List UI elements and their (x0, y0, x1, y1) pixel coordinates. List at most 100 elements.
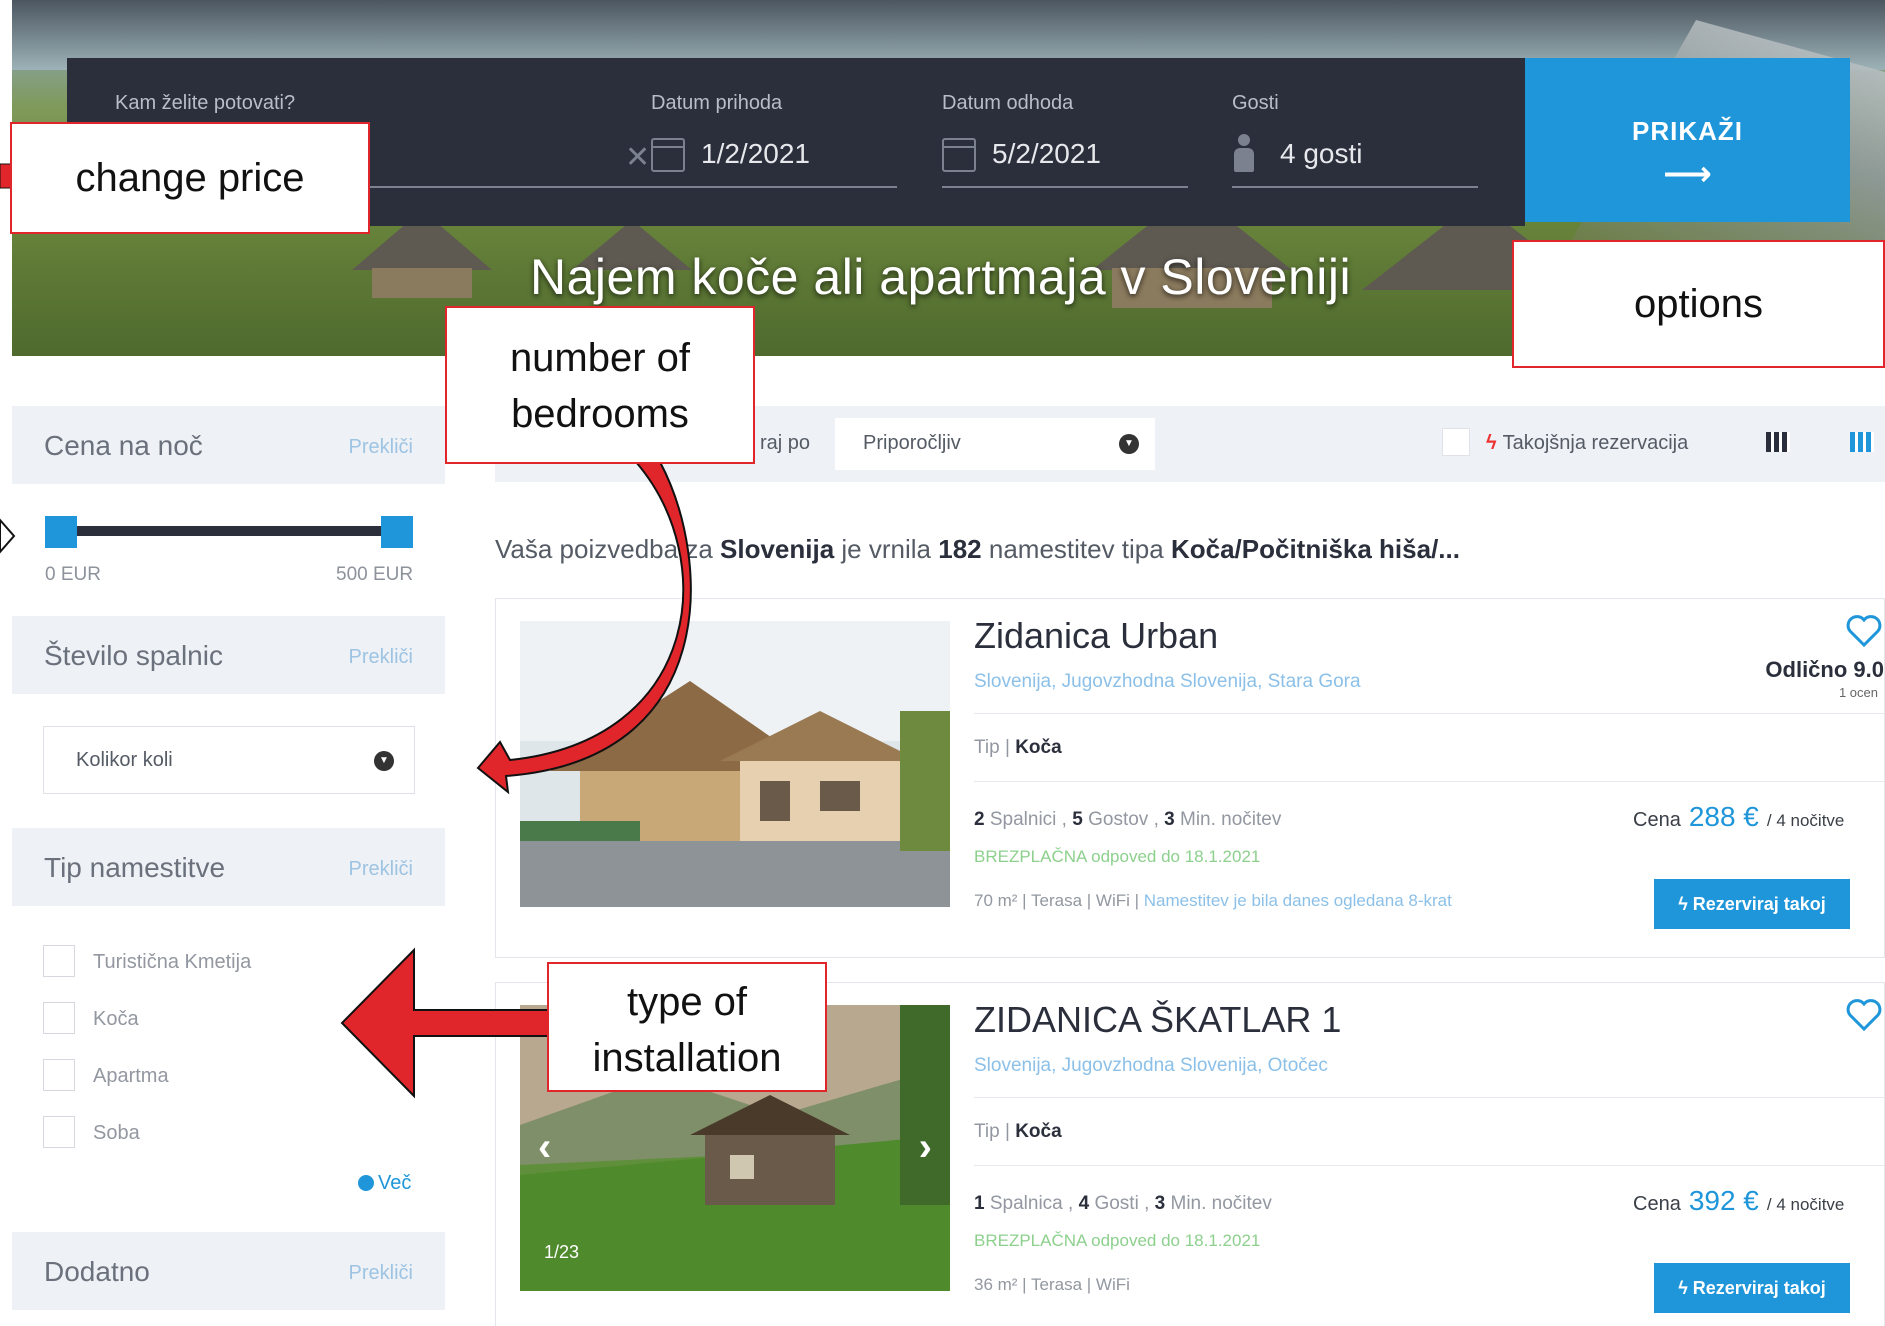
extra-filter-header: Dodatno Prekliči (12, 1232, 445, 1310)
bolt-icon: ϟ (1486, 432, 1497, 454)
arrival-date-field[interactable]: Datum prihoda 1/2/2021 (651, 58, 897, 226)
book-now-button[interactable]: ϟ Rezerviraj takoj (1654, 1263, 1850, 1313)
listing-photo[interactable] (520, 621, 950, 907)
bolt-icon: ϟ (1678, 1278, 1693, 1298)
chevron-down-icon: ▼ (374, 751, 394, 771)
type-option-label: Apartma (93, 1065, 169, 1087)
guests-underline (1232, 186, 1478, 188)
min-nights-label: Min. nočitev (1180, 809, 1282, 830)
type-filter-reset[interactable]: Prekliči (349, 858, 413, 881)
extra-filter-reset[interactable]: Prekliči (349, 1262, 413, 1285)
price-filter-title: Cena na noč (44, 430, 203, 461)
listing-location[interactable]: Slovenija, Jugovzhodna Slovenija, Otočec (974, 1055, 1328, 1077)
listing-title[interactable]: Zidanica Urban (974, 615, 1218, 657)
listing-type-value: Koča (1015, 737, 1062, 758)
hero-hut-wall (372, 268, 472, 298)
listing-type-value: Koča (1015, 1121, 1062, 1142)
listing-price: Cena 288 € / 4 nočitve (1633, 801, 1844, 833)
listing-card[interactable]: Zidanica Urban Slovenija, Jugovzhodna Sl… (495, 598, 1885, 958)
arrival-value: 1/2/2021 (701, 138, 810, 169)
arrival-underline (651, 186, 897, 188)
guests-value: 4 gosti (1280, 138, 1363, 169)
sort-select-value: Priporočljiv (863, 432, 961, 454)
divider (974, 1165, 1884, 1166)
min-nights-count: 3 (1154, 1193, 1166, 1214)
chevron-down-icon: ▼ (1119, 434, 1139, 454)
show-more-link[interactable]: Več (358, 1172, 411, 1195)
checkbox[interactable] (43, 1116, 75, 1148)
price-amount: 288 € (1688, 801, 1759, 832)
grid-view-icon[interactable] (1850, 432, 1874, 452)
sort-select[interactable]: Priporočljiv ▼ (835, 418, 1155, 470)
min-nights-count: 3 (1164, 809, 1175, 830)
departure-date-field[interactable]: Datum odhoda 5/2/2021 (942, 58, 1188, 226)
price-slider-pointer (0, 518, 16, 554)
bedrooms-label: Spalnici , (989, 809, 1067, 830)
checkbox[interactable] (43, 945, 75, 977)
rating-label: Odlično 9.0 (1765, 657, 1884, 682)
show-results-button[interactable]: PRIKAŽI ⟶ (1525, 58, 1850, 222)
listing-capacity: 2 Spalnici , 5 Gostov , 3 Min. nočitev (974, 809, 1281, 831)
calendar-icon (651, 138, 685, 172)
results-middle: je vrnila (841, 534, 931, 564)
plus-circle-icon (358, 1175, 374, 1191)
arrow-right-icon: ⟶ (1663, 155, 1712, 193)
list-view-icon[interactable] (1766, 432, 1790, 452)
guests-field[interactable]: Gosti 4 gosti (1232, 58, 1478, 226)
checkbox[interactable] (43, 1059, 75, 1091)
divider (974, 713, 1884, 714)
listing-price: Cena 392 € / 4 nočitve (1633, 1185, 1844, 1217)
price-filter-header: Cena na noč Prekliči (12, 406, 445, 484)
departure-label: Datum odhoda (942, 92, 1074, 114)
min-nights-label: Min. nočitev (1170, 1193, 1272, 1214)
results-prefix: Vaša poizvedba za (495, 534, 713, 564)
price-slider[interactable] (45, 516, 413, 548)
results-count: 182 (938, 534, 982, 564)
heart-icon[interactable] (1844, 611, 1884, 651)
show-more-label: Več (378, 1172, 412, 1194)
price-label: Cena (1633, 809, 1681, 831)
departure-underline (942, 186, 1188, 188)
instant-booking-label: ϟ Takojšnja rezervacija (1486, 432, 1688, 455)
rating-count: 1 ocen (1838, 685, 1878, 700)
departure-value: 5/2/2021 (992, 138, 1101, 169)
guests-label: Gosti (1232, 92, 1279, 114)
listing-type-label: Tip | (974, 737, 1010, 758)
price-slider-max-handle[interactable] (381, 516, 413, 548)
listing-location[interactable]: Slovenija, Jugovzhodna Slovenija, Stara … (974, 671, 1361, 693)
arrival-label: Datum prihoda (651, 92, 783, 114)
clear-icon[interactable]: ✕ (625, 140, 650, 175)
instant-booking-text: Takojšnja rezervacija (1502, 432, 1689, 454)
book-now-button[interactable]: ϟ Rezerviraj takoj (1654, 879, 1850, 929)
price-slider-min-handle[interactable] (45, 516, 77, 548)
checkbox[interactable] (43, 1002, 75, 1034)
heart-icon[interactable] (1844, 995, 1884, 1035)
bedrooms-filter-reset[interactable]: Prekliči (349, 646, 413, 669)
divider (974, 781, 1884, 782)
guests-count: 5 (1072, 809, 1083, 830)
price-max-label: 500 EUR (336, 564, 414, 585)
guests-label: Gostov , (1088, 809, 1159, 830)
listing-features: 36 m² | Terasa | WiFi (974, 1275, 1130, 1294)
guests-count: 4 (1078, 1193, 1090, 1214)
annotation-options: options (1512, 240, 1885, 368)
book-now-label: Rezerviraj takoj (1692, 1278, 1826, 1298)
listing-type: Tip | Koča (974, 1121, 1062, 1143)
person-icon (1232, 134, 1256, 174)
results-middle2: namestitev tipa (988, 534, 1164, 564)
features-text: 70 m² | Terasa | WiFi | (974, 891, 1140, 910)
image-counter: 1/23 (544, 1242, 580, 1262)
listing-title[interactable]: ZIDANICA ŠKATLAR 1 (974, 999, 1341, 1041)
chevron-left-icon[interactable]: ‹ (538, 1125, 551, 1170)
results-summary: Vaša poizvedba za Slovenija je vrnila 18… (495, 534, 1460, 565)
book-now-label: Rezerviraj takoj (1692, 894, 1826, 914)
price-amount: 392 € (1688, 1185, 1759, 1216)
price-filter-reset[interactable]: Prekliči (349, 436, 413, 459)
bedrooms-select[interactable]: Kolikor koli ▼ (43, 726, 415, 794)
chevron-right-icon[interactable]: › (919, 1125, 932, 1170)
destination-label: Kam želite potovati? (115, 92, 296, 114)
type-filter-title: Tip namestitve (44, 852, 226, 883)
instant-booking-checkbox[interactable] (1442, 428, 1470, 456)
divider (974, 1097, 1884, 1098)
type-filter-header: Tip namestitve Prekliči (12, 828, 445, 906)
